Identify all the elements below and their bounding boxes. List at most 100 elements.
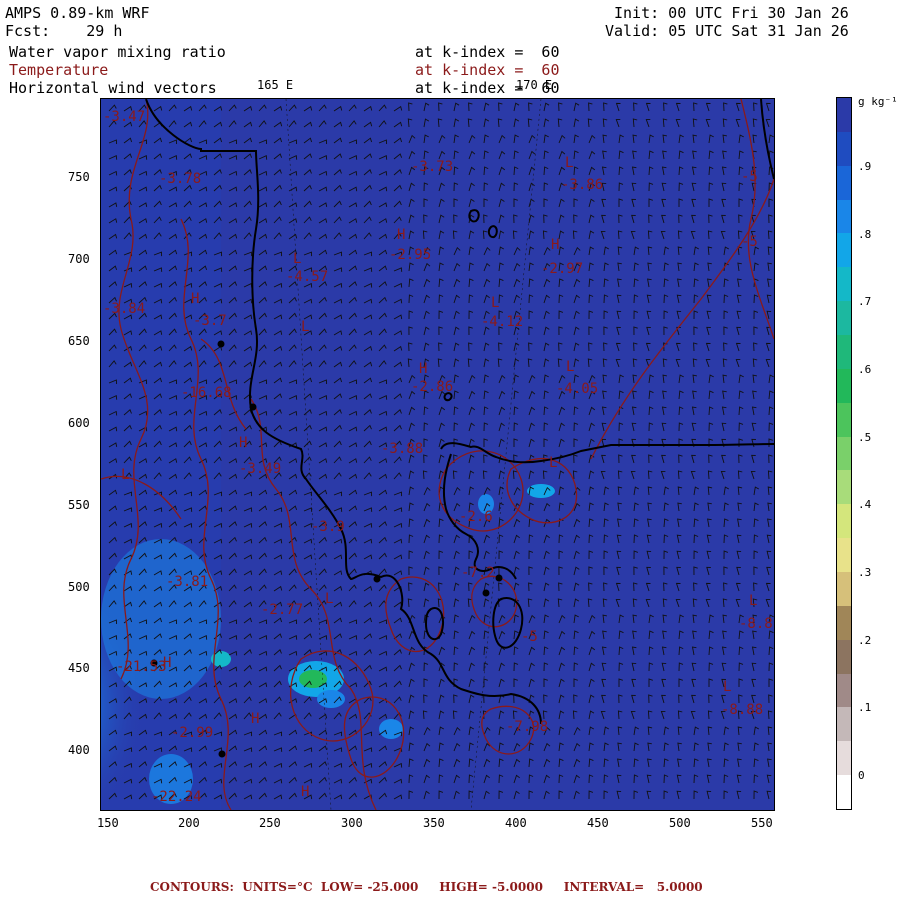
low-marker: L [325,591,334,607]
colorbar-segment [837,504,851,539]
colorbar-label: .2 [858,634,872,647]
high-marker: H [191,291,200,307]
temperature-label: -21.53 [116,659,167,675]
y-tick-label: 500 [68,580,90,594]
high-marker: H [239,435,248,451]
valid-time: Valid: 05 UTC Sat 31 Jan 26 [605,22,849,40]
y-tick-label: 550 [68,498,90,512]
colorbar-segment [837,673,851,708]
colorbar-segment [837,199,851,234]
colorbar-segment [837,639,851,675]
colorbar-segment [837,368,851,404]
temperature-label: -3.49 [239,461,282,477]
temperature-label: -2.99 [171,725,214,741]
x-tick-label: 350 [423,816,445,830]
y-tick-label: 600 [68,416,90,430]
temperature-label: -8.88 [721,702,764,718]
temperature-label: -7.2 [461,565,495,581]
x-tick-label: 500 [669,816,691,830]
x-tick-label: 250 [259,816,281,830]
low-marker: L [723,679,732,695]
longitude-label-165e: 165 E [257,78,294,92]
map-canvas [101,99,774,810]
field-name-temperature: Temperature [9,61,109,79]
high-marker: H [301,784,310,800]
temperature-label: -3.9 [311,519,345,535]
colorbar-label: .7 [858,295,872,308]
temperature-label: -3.47 [103,109,146,125]
y-tick-label: 650 [68,334,90,348]
low-marker: L [293,251,302,267]
colorbar-segment [837,402,851,438]
temperature-label: -3.86 [561,177,604,193]
colorbar-segment [837,436,851,471]
high-marker: H [551,237,560,253]
colorbar-label: .6 [858,363,872,376]
colorbar-label: 0 [858,769,865,782]
temperature-label: -2.97 [541,261,584,277]
colorbar-segment [837,98,851,133]
temperature-label: -2.86 [411,379,454,395]
low-marker: L [565,155,574,171]
field-level-vapor: at k-index = 60 [415,43,560,61]
colorbar-segment [837,165,851,201]
colorbar-segment [837,233,851,268]
colorbar-segment [837,605,851,641]
y-tick-label: 700 [68,252,90,266]
colorbar-label: .5 [858,431,872,444]
colorbar-label: .3 [858,566,872,579]
x-tick-label: 550 [751,816,773,830]
colorbar-segment [837,470,851,505]
init-time: Init: 00 UTC Fri 30 Jan 26 [614,4,849,22]
forecast-hour: Fcst: 29 h [5,22,123,40]
temperature-label: -2.77 [261,602,304,618]
colorbar-segment [837,572,851,607]
temperature-label: -8.8 [739,616,773,632]
low-marker: L [121,467,130,483]
high-marker: H [419,361,428,377]
low-marker: L [566,359,575,375]
colorbar-segment [837,775,851,810]
temperature-label: -3.73 [411,159,454,175]
colorbar-segment [837,301,851,336]
temperature-label: -5 [741,234,758,250]
colorbar-label: .1 [858,701,872,714]
temperature-label: -2.95 [389,247,432,263]
low-marker: L [549,455,558,471]
y-tick-label: 450 [68,661,90,675]
colorbar-unit: g kg⁻¹ [858,95,898,108]
x-tick-label: 400 [505,816,527,830]
colorbar-segment [837,131,851,167]
temperature-label: -22.24 [151,789,202,805]
colorbar-segment [837,741,851,776]
high-marker: H [397,227,406,243]
colorbar-label: .8 [858,228,872,241]
colorbar [836,97,852,810]
x-tick-label: 300 [341,816,363,830]
temperature-label: -4.57 [286,269,329,285]
x-tick-label: 150 [97,816,119,830]
longitude-label-170e: 170 E [516,78,553,92]
high-marker: H [251,711,260,727]
colorbar-label: .9 [858,160,872,173]
x-tick-label: 450 [587,816,609,830]
temperature-label: -16.68 [181,385,232,401]
x-tick-label: 200 [178,816,200,830]
temperature-label: -7.98 [506,719,549,735]
colorbar-label: .4 [858,498,872,511]
temperature-label: -2.6 [459,509,493,525]
temperature-label: -3.81 [166,574,209,590]
temperature-label: -3.84 [103,301,146,317]
low-marker: L [491,295,500,311]
temperature-label: -5 [521,629,538,645]
colorbar-segment [837,707,851,742]
contour-info: CONTOURS: UNITS=°C LOW= -25.000 HIGH= -5… [150,880,703,894]
y-tick-label: 400 [68,743,90,757]
low-marker: L [749,593,758,609]
colorbar-segment [837,538,851,573]
temperature-label: -3.7 [193,313,227,329]
field-name-wind: Horizontal wind vectors [9,79,217,97]
model-title: AMPS 0.89-km WRF [5,4,150,22]
temperature-label: -4.05 [556,381,599,397]
low-marker: L [301,319,310,335]
